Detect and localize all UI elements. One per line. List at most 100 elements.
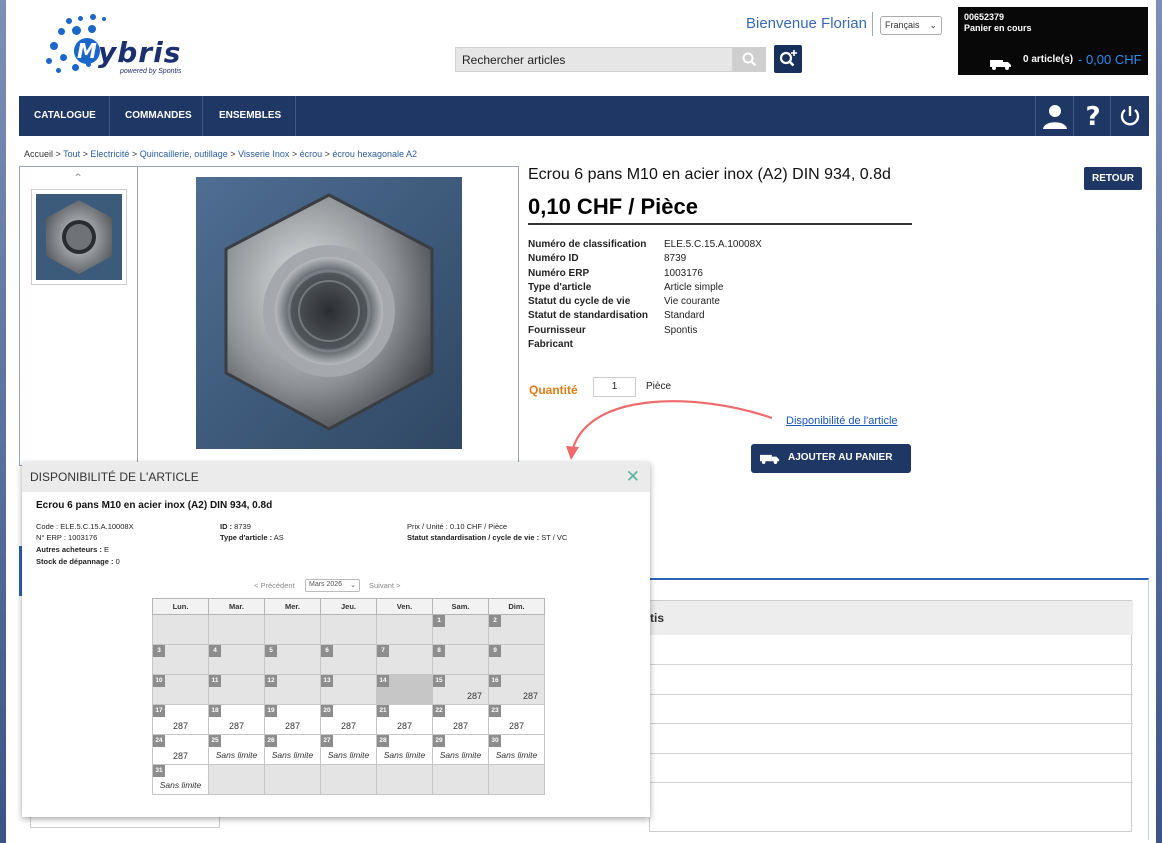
calendar-day[interactable]: 13 (320, 674, 377, 705)
nav-item-ensembles[interactable]: ENSEMBLES (219, 96, 281, 136)
calendar-next[interactable]: Suivant > (369, 581, 400, 590)
user-button[interactable] (1036, 96, 1072, 136)
calendar-prev[interactable]: < Précédent (254, 581, 295, 590)
calendar-day (264, 614, 321, 645)
breadcrumb-item[interactable]: Electricité (90, 149, 129, 159)
back-button[interactable]: RETOUR (1084, 167, 1142, 190)
day-number: 9 (489, 645, 501, 657)
calendar-day[interactable]: 3 (152, 644, 209, 675)
calendar-day (152, 614, 209, 645)
availability-link[interactable]: Disponibilité de l'article (786, 415, 898, 427)
calendar-day[interactable]: 15 287 (432, 674, 489, 705)
breadcrumb-item[interactable]: Tout (63, 149, 80, 159)
nav-separator (295, 96, 296, 136)
calendar-day[interactable]: 16 287 (488, 674, 545, 705)
calendar-day[interactable]: 22 287 (432, 704, 489, 735)
breadcrumb-item[interactable]: Visserie Inox (238, 149, 289, 159)
day-number: 16 (489, 675, 501, 687)
day-number: 8 (433, 645, 445, 657)
calendar-day[interactable]: 20 287 (320, 704, 377, 735)
calendar-day[interactable]: 31 Sans limite (152, 764, 209, 795)
calendar-day[interactable]: 29 Sans limite (432, 734, 489, 765)
language-select[interactable]: Français ⌄ (880, 16, 942, 35)
calendar-day (208, 614, 265, 645)
modal-title: DISPONIBILITÉ DE L'ARTICLE (30, 470, 199, 484)
calendar-day[interactable]: 6 (320, 644, 377, 675)
chevron-down-icon: ⌄ (350, 582, 356, 589)
search-input[interactable]: Rechercher articles (455, 47, 733, 72)
breadcrumb-item[interactable]: Accueil (24, 149, 53, 159)
day-quantity: 287 (172, 751, 189, 761)
breadcrumb-item[interactable]: écrou hexagonale A2 (332, 149, 417, 159)
add-to-cart-button[interactable]: AJOUTER AU PANIER (751, 444, 911, 473)
calendar-day[interactable]: 27 Sans limite (320, 734, 377, 765)
month-select[interactable]: Mars 2026 ⌄ (305, 579, 360, 592)
chevron-up-icon[interactable]: ⌃ (73, 171, 83, 185)
day-number: 20 (321, 705, 333, 717)
nav-item-commandes[interactable]: COMMANDES (125, 96, 192, 136)
breadcrumb-separator: > (53, 149, 64, 159)
cart-total-separator: - (1078, 52, 1086, 67)
calendar-day[interactable]: 9 (488, 644, 545, 675)
calendar-week: 10 11 12 13 14 15 287 16 287 (152, 674, 545, 705)
erp-value: 1003176 (65, 533, 98, 542)
modal-stock: Stock de dépannage : 0 (36, 557, 120, 566)
calendar-day[interactable]: 5 (264, 644, 321, 675)
calendar-day[interactable]: 21 287 (376, 704, 433, 735)
breadcrumb-item[interactable]: Quincaillerie, outillage (140, 149, 228, 159)
modal-code: Code : ELE.5.C.15.A.10008X (36, 522, 134, 531)
calendar-day[interactable]: 25 Sans limite (208, 734, 265, 765)
day-quantity: 287 (396, 721, 413, 731)
calendar-week: 17 287 18 287 19 287 20 287 21 287 22 287 23 287 (152, 704, 545, 735)
day-quantity: 287 (522, 691, 538, 701)
right-border (1156, 0, 1162, 843)
advanced-search-button[interactable] (774, 45, 802, 73)
cart-widget[interactable]: 00652379 Panier en cours 0 article(s) - … (958, 7, 1148, 75)
calendar-day[interactable]: 12 (264, 674, 321, 705)
product-title: Ecrou 6 pans M10 en acier inox (A2) DIN … (528, 166, 891, 183)
logo[interactable]: M ybris powered by Spontis (32, 12, 182, 78)
weekday-header: Lun. (152, 598, 209, 615)
calendar-day[interactable]: 18 287 (208, 704, 265, 735)
cart-status: Panier en cours (964, 23, 1032, 33)
calendar-day[interactable]: 14 (376, 674, 433, 705)
status-label: Statut standardisation / cycle de vie : (407, 533, 540, 542)
buyers-label: Autres acheteurs : (36, 545, 102, 554)
calendar-day[interactable]: 19 287 (264, 704, 321, 735)
calendar-day (264, 764, 321, 795)
calendar-day[interactable]: 2 (488, 614, 545, 645)
help-icon: ? (1085, 102, 1100, 130)
power-icon (1120, 106, 1140, 126)
calendar-day[interactable]: 23 287 (488, 704, 545, 735)
day-number: 22 (433, 705, 445, 717)
calendar-day[interactable]: 7 (376, 644, 433, 675)
search-plus-icon (779, 50, 797, 67)
calendar-week: 31 Sans limite (152, 764, 545, 795)
page: M ybris powered by Spontis Bienvenue Flo… (6, 0, 1156, 843)
breadcrumb-item[interactable]: écrou (300, 149, 323, 159)
close-icon[interactable]: ✕ (626, 467, 640, 487)
type-label: Type d'article : (220, 533, 273, 542)
availability-calendar: Lun. Mar. Mer. Jeu. Ven. Sam. Dim. 12345… (152, 598, 545, 795)
calendar-day[interactable]: 10 (152, 674, 209, 705)
logout-button[interactable] (1111, 96, 1147, 136)
nav-item-catalogue[interactable]: CATALOGUE (34, 96, 96, 136)
calendar-day[interactable]: 8 (432, 644, 489, 675)
calendar-day[interactable]: 30 Sans limite (488, 734, 545, 765)
day-number: 17 (153, 705, 165, 717)
table-row-divider (650, 753, 1133, 754)
help-button[interactable]: ? (1074, 96, 1110, 136)
calendar-day[interactable]: 24 287 (152, 734, 209, 765)
modal-status: Statut standardisation / cycle de vie : … (407, 533, 567, 542)
calendar-day[interactable]: 1 (432, 614, 489, 645)
search-button[interactable] (733, 47, 766, 72)
calendar-day[interactable]: 28 Sans limite (376, 734, 433, 765)
day-number: 29 (433, 735, 445, 747)
modal-product-title: Ecrou 6 pans M10 en acier inox (A2) DIN … (36, 500, 273, 511)
calendar-day[interactable]: 17 287 (152, 704, 209, 735)
calendar-day[interactable]: 11 (208, 674, 265, 705)
quantity-input[interactable]: 1 (593, 377, 636, 397)
calendar-day[interactable]: 4 (208, 644, 265, 675)
calendar-day[interactable]: 26 Sans limite (264, 734, 321, 765)
product-thumbnail[interactable] (31, 189, 127, 285)
